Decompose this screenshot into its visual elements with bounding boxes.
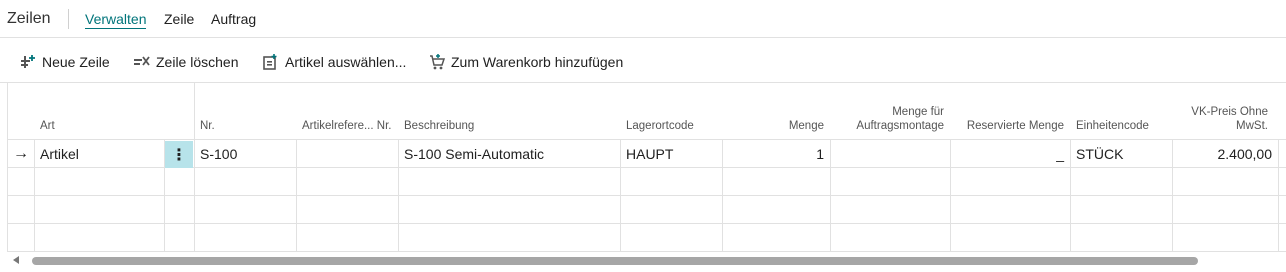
col-header-art[interactable]: Art <box>34 83 194 140</box>
page-title: Zeilen <box>7 10 51 27</box>
tab-verwalten[interactable]: Verwalten <box>85 11 147 29</box>
horizontal-scrollbar[interactable] <box>7 252 1286 270</box>
col-header-auftragsmontage[interactable]: Menge für Auftragsmontage <box>830 83 950 140</box>
cell-nr[interactable]: S-100 <box>194 140 296 168</box>
row-indicator-arrow-icon[interactable]: → <box>8 140 34 168</box>
col-header-einheit[interactable]: Einheitencode <box>1070 83 1172 140</box>
col-header-nr[interactable]: Nr. <box>194 83 296 140</box>
row-actions-menu-button[interactable]: ⋮ <box>165 141 193 168</box>
lines-table: Art Nr. Artikelrefere... Nr. Beschreibun… <box>7 83 1286 252</box>
new-line-icon <box>21 55 35 68</box>
action-bar: Neue Zeile Zeile löschen Artikel auswähl… <box>0 38 1286 83</box>
select-items-icon <box>263 54 277 70</box>
cell-menge[interactable]: 1 <box>722 140 830 168</box>
col-header-menge[interactable]: Menge <box>722 83 830 140</box>
cell-einheit[interactable]: STÜCK <box>1070 140 1172 168</box>
select-items-label: Artikel auswählen... <box>285 54 407 70</box>
col-header-beschreibung[interactable]: Beschreibung <box>398 83 620 140</box>
new-line-label: Neue Zeile <box>42 54 110 70</box>
cell-beschreibung[interactable]: S-100 Semi-Automatic <box>398 140 620 168</box>
cell-reserviert[interactable]: _ <box>950 140 1070 168</box>
new-line-button[interactable]: Neue Zeile <box>19 52 110 72</box>
row-divider <box>8 223 1286 224</box>
tab-auftrag[interactable]: Auftrag <box>211 11 256 27</box>
select-items-button[interactable]: Artikel auswählen... <box>262 52 406 72</box>
tab-separator <box>68 9 69 29</box>
scroll-left-arrow-icon[interactable] <box>13 256 19 264</box>
col-header-vkpreis[interactable]: VK-Preis Ohne MwSt. <box>1172 83 1274 140</box>
cell-artikelref[interactable] <box>296 140 398 168</box>
cell-lagerort[interactable]: HAUPT <box>620 140 722 168</box>
tab-zeile[interactable]: Zeile <box>164 11 194 27</box>
cell-vkpreis[interactable]: 2.400,00 <box>1172 140 1278 168</box>
row-divider <box>8 195 1286 196</box>
column-divider <box>1278 140 1279 252</box>
cell-art[interactable]: Artikel <box>34 140 164 168</box>
tab-bar: Zeilen Verwalten Zeile Auftrag <box>0 0 1286 38</box>
col-header-reserviert[interactable]: Reservierte Menge <box>950 83 1070 140</box>
delete-line-icon <box>134 56 150 66</box>
delete-line-button[interactable]: Zeile löschen <box>133 52 239 72</box>
col-header-lagerort[interactable]: Lagerortcode <box>620 83 722 140</box>
add-to-cart-button[interactable]: Zum Warenkorb hinzufügen <box>428 52 623 72</box>
delete-line-label: Zeile löschen <box>156 54 239 70</box>
add-to-cart-label: Zum Warenkorb hinzufügen <box>451 54 624 70</box>
add-to-cart-icon <box>430 54 446 70</box>
col-header-artikelref[interactable]: Artikelrefere... Nr. <box>296 83 398 140</box>
scrollbar-thumb[interactable] <box>32 257 1198 265</box>
cell-auftragsmontage[interactable] <box>830 140 950 168</box>
